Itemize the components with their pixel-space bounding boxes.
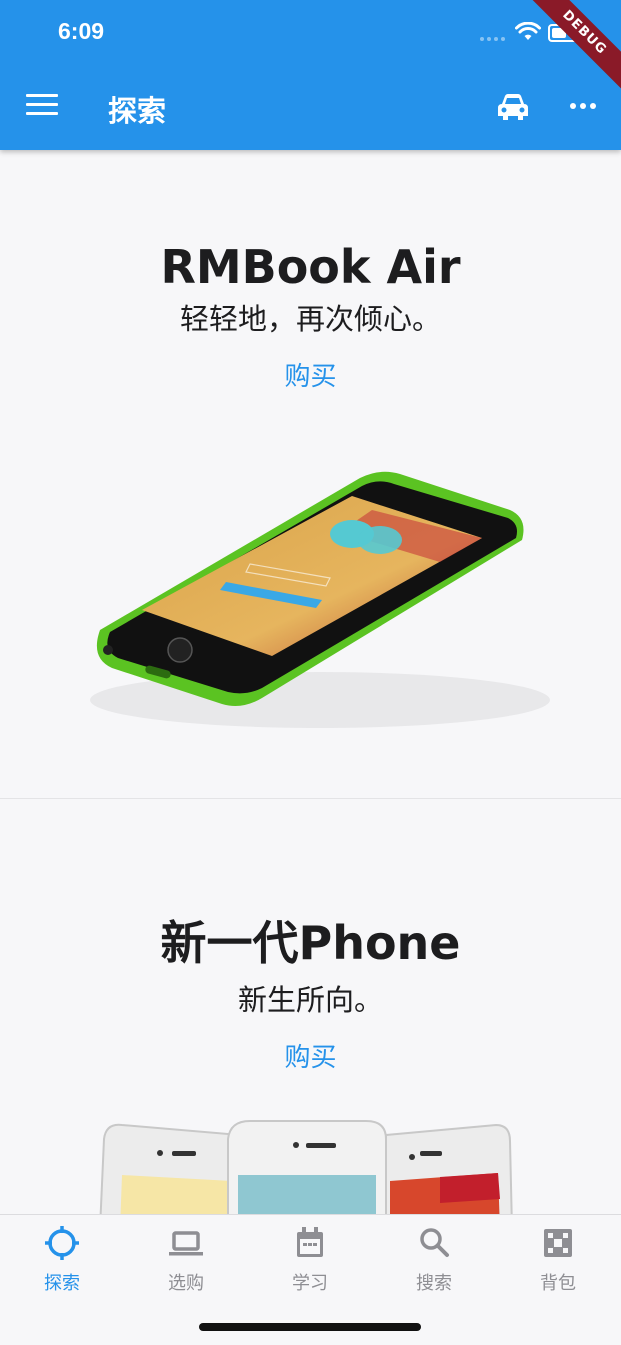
explore-icon: [45, 1226, 79, 1260]
tab-search[interactable]: 搜索: [372, 1225, 496, 1295]
product-image-white-phones: [99, 1120, 513, 1214]
menu-button[interactable]: [26, 94, 58, 122]
product-subtitle: 新生所向。: [237, 983, 383, 1017]
home-indicator: [199, 1323, 421, 1331]
tab-label: 搜索: [416, 1273, 452, 1294]
tab-bag[interactable]: 背包: [496, 1225, 620, 1295]
tab-label: 学习: [292, 1273, 328, 1294]
car-icon[interactable]: [496, 92, 530, 122]
product-card-rmbook-air: RMBook Air 轻轻地，再次倾心。 购买: [0, 150, 621, 799]
bag-icon: [544, 1229, 572, 1257]
product-subtitle: 轻轻地，再次倾心。: [179, 302, 441, 336]
debug-banner: DEBUG: [521, 0, 621, 96]
app-bar: 6:09 DEBUG 探索: [0, 0, 621, 150]
calendar-icon: [297, 1227, 323, 1257]
product-card-new-phone: 新一代Phone 新生所向。 购买: [0, 799, 621, 1214]
wifi-icon: [515, 22, 541, 40]
product-image-green-phone: [90, 471, 550, 728]
cellular-signal-icon: [480, 37, 505, 41]
tab-explore[interactable]: 探索: [0, 1225, 124, 1295]
tab-label: 选购: [168, 1273, 204, 1294]
tab-label: 背包: [540, 1273, 576, 1294]
buy-link[interactable]: 购买: [284, 356, 336, 393]
tab-shop[interactable]: 选购: [124, 1225, 248, 1295]
search-icon: [420, 1228, 449, 1257]
buy-link[interactable]: 购买: [284, 1037, 336, 1074]
laptop-icon: [169, 1231, 203, 1256]
product-title: 新一代Phone: [160, 916, 461, 970]
page-title: 探索: [108, 94, 167, 128]
tab-learn[interactable]: 学习: [248, 1225, 372, 1295]
product-title: RMBook Air: [160, 240, 461, 294]
more-options-button[interactable]: [570, 103, 596, 109]
tab-label: 探索: [44, 1273, 80, 1294]
status-time: 6:09: [58, 18, 105, 44]
